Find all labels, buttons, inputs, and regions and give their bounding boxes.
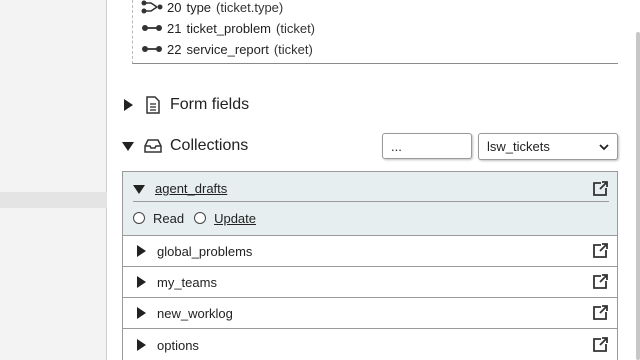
- chevron-down-icon: [599, 143, 609, 150]
- open-external-icon[interactable]: [591, 180, 609, 198]
- document-icon: [146, 96, 160, 114]
- relation-target: (ticket): [276, 20, 316, 36]
- relation-target: (ticket.type): [216, 0, 284, 15]
- expand-triangle-icon: [137, 339, 146, 351]
- relation-list: 20 type (ticket.type) 21 ticket_problem …: [132, 0, 618, 64]
- open-external-icon[interactable]: [591, 242, 609, 260]
- scrollbar[interactable]: [636, 32, 640, 360]
- collapse-triangle-icon: [133, 184, 145, 194]
- collection-name: my_teams: [157, 274, 217, 290]
- link-icon: [142, 46, 162, 52]
- main-panel: 20 type (ticket.type) 21 ticket_problem …: [108, 0, 640, 360]
- link-icon: [142, 25, 162, 31]
- left-pane: [0, 0, 107, 360]
- open-external-icon[interactable]: [591, 304, 609, 322]
- collection-name[interactable]: agent_drafts: [155, 181, 227, 196]
- collapse-triangle-icon: [122, 142, 134, 151]
- section-form-fields[interactable]: Form fields: [122, 92, 249, 118]
- dataset-select[interactable]: lsw_tickets: [478, 133, 618, 160]
- read-label: Read: [153, 210, 185, 226]
- relation-item[interactable]: 22 service_report (ticket): [141, 39, 313, 59]
- left-selected-strip: [0, 192, 107, 208]
- relation-name: type: [186, 0, 212, 15]
- collection-name: new_worklog: [157, 305, 233, 321]
- relation-name: service_report: [186, 41, 269, 57]
- relation-item[interactable]: 20 type (ticket.type): [141, 0, 283, 17]
- expand-triangle-icon: [137, 245, 146, 257]
- update-radio[interactable]: [194, 212, 207, 224]
- relation-name: ticket_problem: [186, 20, 272, 36]
- inbox-icon: [144, 139, 162, 153]
- section-collections[interactable]: Collections: [122, 133, 248, 159]
- collection-name: options: [157, 337, 199, 353]
- collection-item-expanded: agent_drafts Read Update: [123, 172, 617, 236]
- branch-icon: [141, 0, 163, 14]
- read-radio[interactable]: [133, 212, 145, 224]
- update-label[interactable]: Update: [214, 211, 256, 226]
- section-label: Collections: [170, 137, 249, 154]
- collection-item[interactable]: new_worklog: [123, 298, 617, 329]
- collections-list: agent_drafts Read Update global_problems: [122, 171, 618, 360]
- collection-filter-input[interactable]: [382, 133, 472, 159]
- section-label: Form fields: [170, 96, 250, 113]
- collection-item[interactable]: global_problems: [123, 236, 617, 267]
- relation-number: 22: [167, 41, 182, 57]
- relation-item[interactable]: 21 ticket_problem (ticket): [141, 18, 315, 38]
- collection-name: global_problems: [157, 243, 253, 259]
- expand-triangle-icon: [124, 99, 133, 111]
- relation-number: 20: [167, 0, 182, 15]
- expand-triangle-icon: [137, 276, 146, 288]
- open-external-icon[interactable]: [591, 273, 609, 291]
- expand-triangle-icon: [137, 307, 146, 319]
- open-external-icon[interactable]: [591, 336, 609, 354]
- dataset-select-value: lsw_tickets: [487, 139, 550, 154]
- collection-header[interactable]: agent_drafts: [133, 176, 609, 202]
- relation-number: 21: [167, 20, 182, 36]
- permission-options: Read Update: [133, 206, 266, 230]
- collection-item[interactable]: options: [123, 330, 617, 360]
- relation-target: (ticket): [273, 41, 313, 57]
- collection-item[interactable]: my_teams: [123, 267, 617, 298]
